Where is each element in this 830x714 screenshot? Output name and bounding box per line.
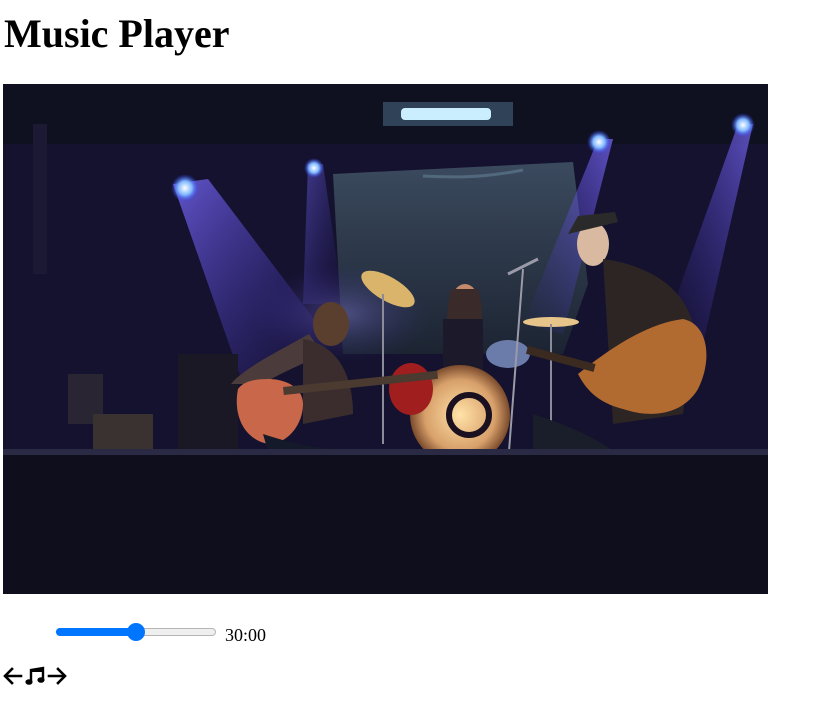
arrow-left-icon: [3, 667, 23, 685]
next-button[interactable]: [46, 664, 68, 688]
transport-controls: [2, 664, 68, 688]
seek-progress-fill: [56, 628, 136, 636]
play-button[interactable]: [24, 664, 46, 688]
playback-bar: 30:00: [56, 620, 267, 645]
time-display: 30:00: [225, 625, 267, 645]
previous-button[interactable]: [2, 664, 24, 688]
music-player-page: Music Player 30:00: [0, 0, 830, 714]
page-title: Music Player: [4, 11, 230, 56]
seek-slider[interactable]: [56, 622, 216, 642]
album-art-image: [3, 84, 768, 594]
music-note-icon: [25, 666, 45, 685]
arrow-right-icon: [47, 667, 67, 685]
seek-thumb[interactable]: [127, 623, 145, 641]
